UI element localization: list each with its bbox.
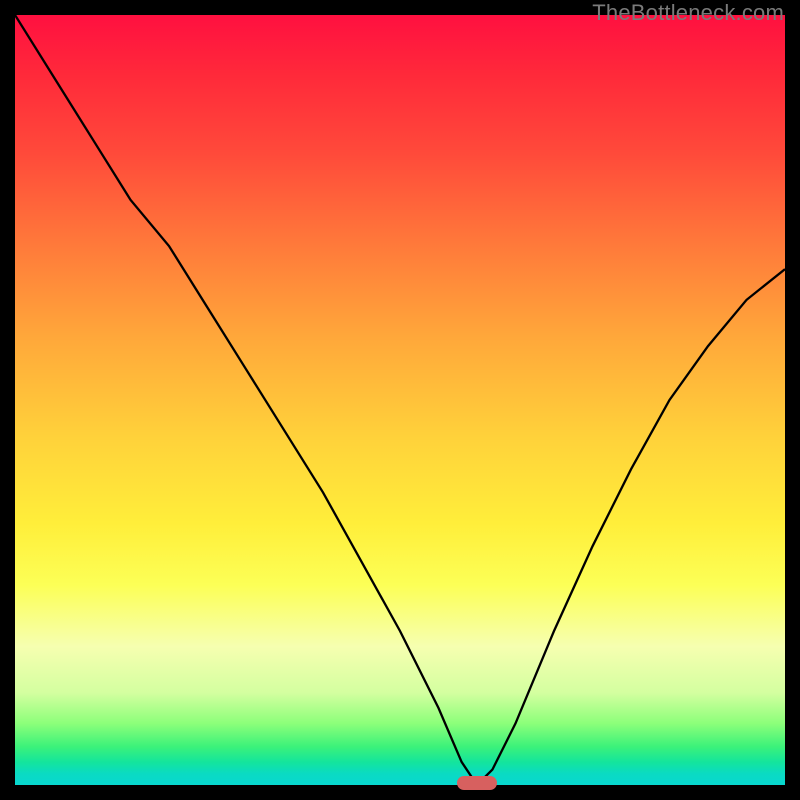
chart-frame: TheBottleneck.com bbox=[0, 0, 800, 800]
optimal-point-marker bbox=[457, 776, 497, 790]
curve-path bbox=[15, 15, 785, 785]
bottleneck-curve bbox=[15, 15, 785, 785]
chart-plot-area bbox=[15, 15, 785, 785]
watermark-text: TheBottleneck.com bbox=[592, 0, 784, 26]
